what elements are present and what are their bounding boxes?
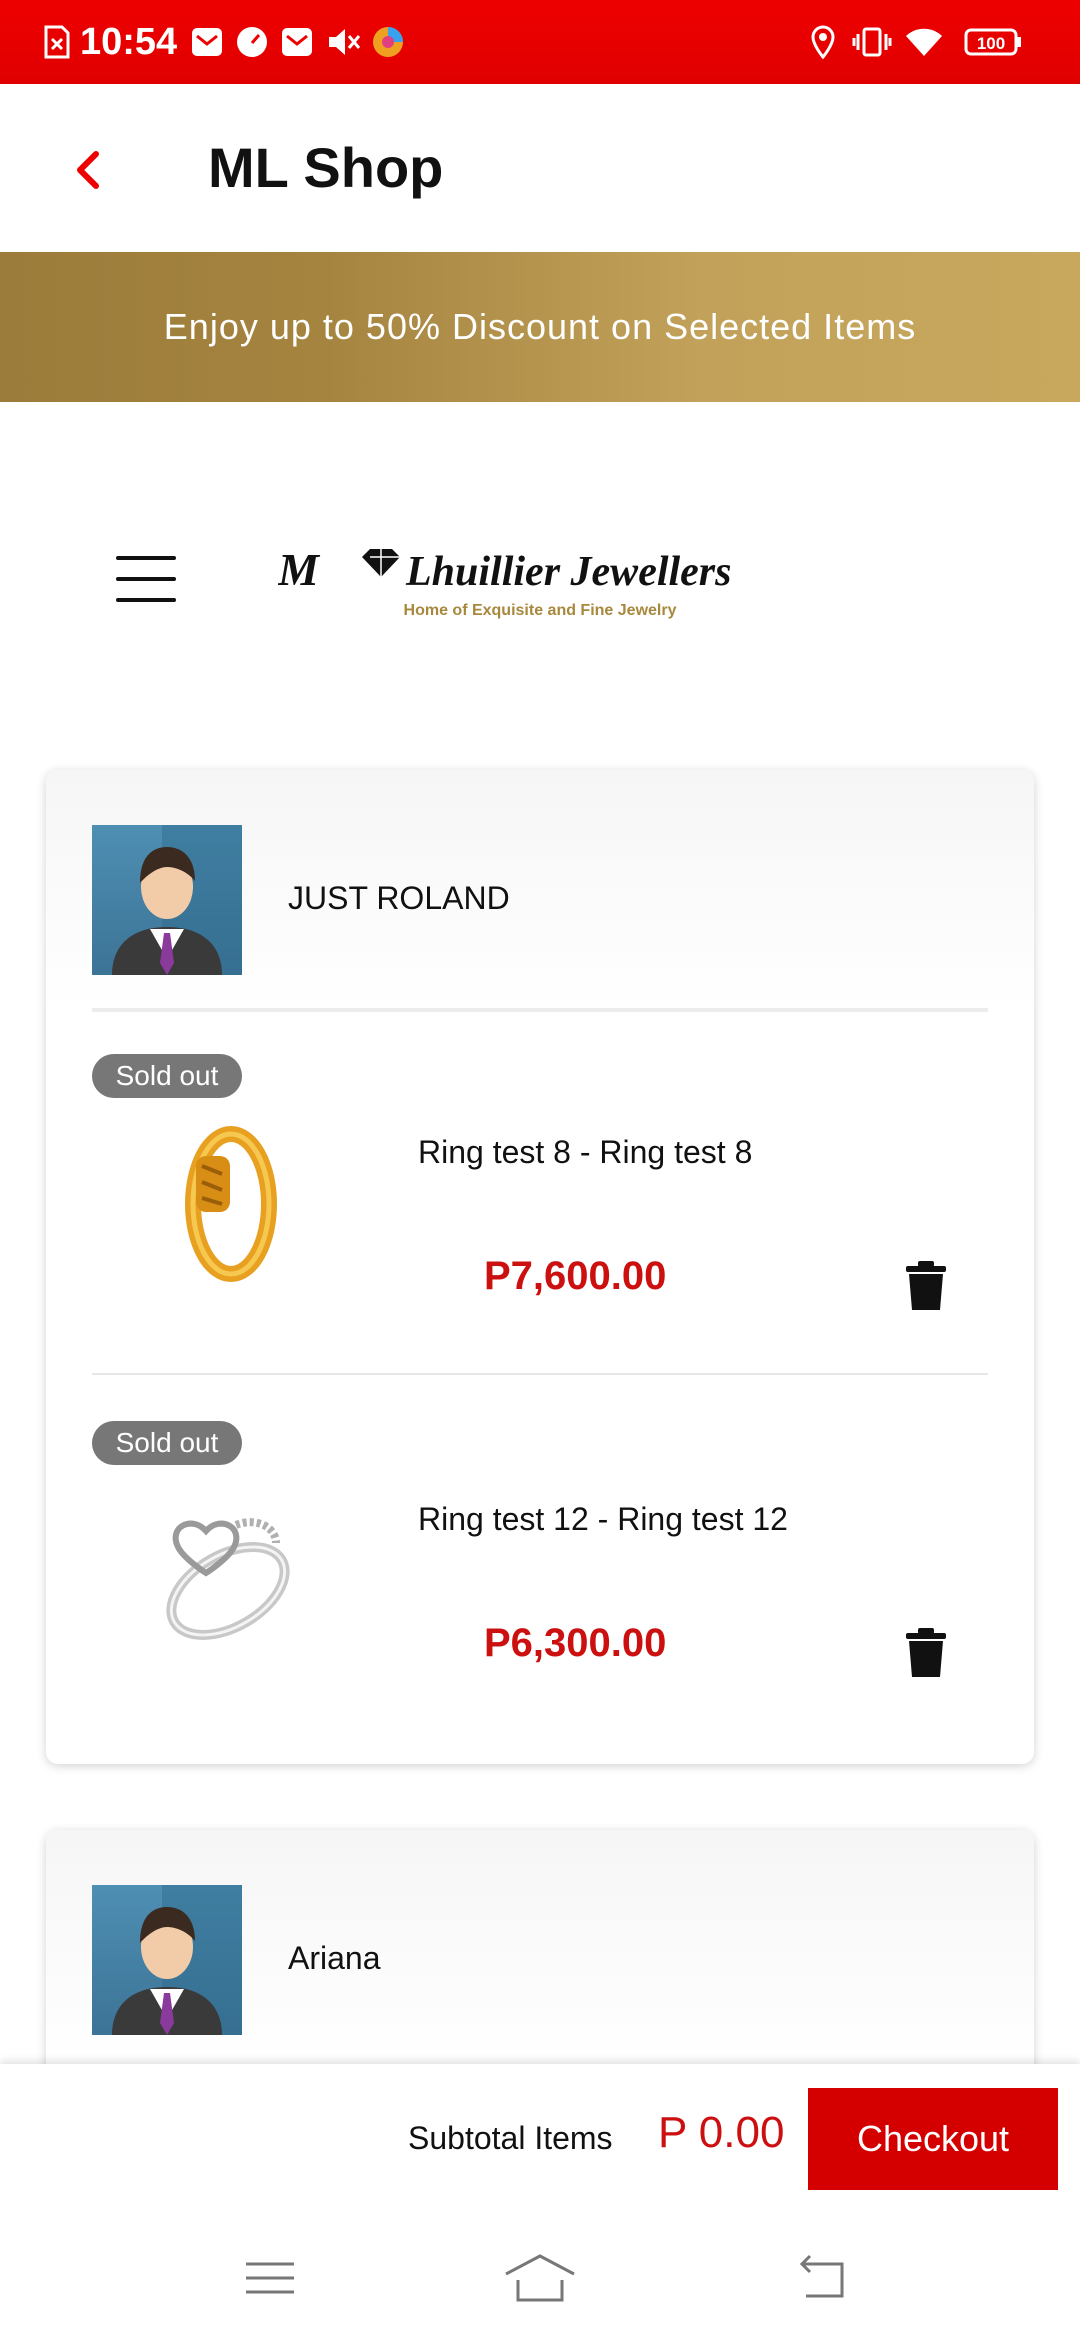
hamburger-icon-line bbox=[116, 577, 176, 581]
mail-icon bbox=[190, 20, 224, 64]
recent-apps-button[interactable] bbox=[230, 2244, 310, 2314]
trash-icon bbox=[906, 1261, 946, 1310]
seller-header: JUST ROLAND bbox=[46, 770, 1034, 1010]
sold-out-badge: Sold out bbox=[92, 1054, 242, 1098]
product-name[interactable]: Ring test 8 - Ring test 8 bbox=[418, 1134, 752, 1171]
product-name[interactable]: Ring test 12 - Ring test 12 bbox=[418, 1501, 788, 1538]
hamburger-icon-line bbox=[116, 598, 176, 602]
subtotal-label: Subtotal Items bbox=[408, 2120, 613, 2156]
home-icon bbox=[505, 2254, 575, 2302]
checkout-bar: Subtotal Items P 0.00 Checkout bbox=[0, 2064, 1080, 2214]
menu-button[interactable] bbox=[116, 556, 176, 606]
brand-logo: M Lhuillier Jewellers Home of Exquisite … bbox=[277, 535, 803, 625]
battery-icon: 100 bbox=[964, 20, 1022, 64]
svg-text:M: M bbox=[278, 544, 321, 595]
product-image[interactable] bbox=[136, 1481, 316, 1661]
menu-lines-icon bbox=[246, 2262, 294, 2294]
chevron-left-icon bbox=[77, 151, 99, 189]
seller-card: JUST ROLAND Sold out Ring test 8 - Ring … bbox=[46, 770, 1034, 1764]
back-nav-button[interactable] bbox=[784, 2244, 864, 2314]
svg-text:Home of Exquisite and Fine Jew: Home of Exquisite and Fine Jewelry bbox=[404, 602, 677, 619]
status-bar: 10:54 100 bbox=[0, 0, 1080, 84]
page-title: ML Shop bbox=[208, 136, 444, 199]
seller-header: Ariana bbox=[46, 1830, 1034, 2070]
vibrate-icon bbox=[852, 20, 892, 64]
trash-icon bbox=[906, 1628, 946, 1677]
subtotal-value: P 0.00 bbox=[658, 2108, 785, 2157]
seller-name: Ariana bbox=[288, 1940, 381, 1976]
sold-out-badge: Sold out bbox=[92, 1421, 242, 1465]
avatar bbox=[92, 825, 242, 975]
delete-button[interactable] bbox=[904, 1627, 948, 1679]
cart-item: Sold out Ring test 12 - Ring test 12 P6,… bbox=[46, 1421, 1034, 1781]
hamburger-icon-line bbox=[116, 556, 176, 560]
delete-button[interactable] bbox=[904, 1260, 948, 1312]
promo-banner[interactable]: Enjoy up to 50% Discount on Selected Ite… bbox=[0, 252, 1080, 402]
location-icon bbox=[808, 20, 838, 64]
promo-banner-text: Enjoy up to 50% Discount on Selected Ite… bbox=[163, 306, 917, 347]
mute-icon bbox=[326, 20, 362, 64]
mail-icon bbox=[280, 20, 314, 64]
wifi-icon bbox=[904, 20, 944, 64]
browser-icon bbox=[370, 20, 406, 64]
back-button[interactable] bbox=[52, 134, 124, 206]
cart-item: Sold out Ring test 8 - Ring test 8 P7,60… bbox=[46, 1054, 1034, 1414]
system-nav-bar bbox=[0, 2214, 1080, 2340]
seller-name: JUST ROLAND bbox=[288, 880, 510, 916]
divider bbox=[92, 1373, 988, 1375]
battery-level: 100 bbox=[977, 34, 1005, 53]
svg-text:Lhuillier Jewellers: Lhuillier Jewellers bbox=[405, 549, 732, 595]
checkout-button[interactable]: Checkout bbox=[808, 2088, 1058, 2190]
product-image[interactable] bbox=[136, 1114, 316, 1294]
product-price: P7,600.00 bbox=[484, 1254, 667, 1298]
app-header: ML Shop bbox=[0, 84, 1080, 252]
product-price: P6,300.00 bbox=[484, 1621, 667, 1665]
divider bbox=[92, 1008, 988, 1012]
status-time: 10:54 bbox=[80, 21, 178, 63]
home-button[interactable] bbox=[500, 2244, 580, 2314]
back-arrow-icon bbox=[799, 2254, 844, 2298]
screenshot-x-icon bbox=[42, 20, 72, 64]
speedometer-icon bbox=[235, 20, 269, 64]
avatar bbox=[92, 1885, 242, 2035]
